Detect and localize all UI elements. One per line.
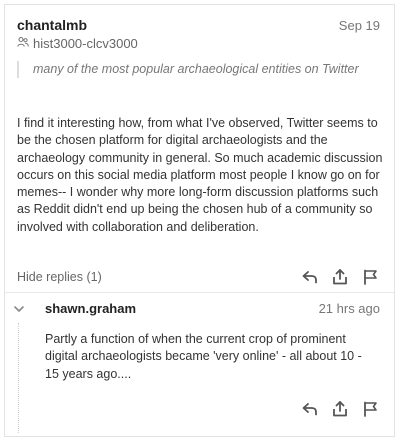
reply-thread-line [18, 323, 19, 433]
post-actions [291, 267, 381, 287]
group-name: hist3000-clcv3000 [33, 36, 138, 51]
post-date[interactable]: Sep 19 [339, 18, 380, 33]
flag-icon[interactable] [359, 399, 381, 419]
post-body: I find it interesting how, from what I'v… [17, 116, 383, 234]
reply-body: Partly a function of when the current cr… [45, 332, 362, 381]
reply-author[interactable]: shawn.graham [45, 301, 136, 316]
reply-date[interactable]: 21 hrs ago [319, 301, 380, 316]
group-icon [17, 36, 33, 51]
annotation-card: chantalmb Sep 19 hist3000-clcv3000 many … [4, 4, 395, 437]
flag-icon[interactable] [359, 267, 381, 287]
divider [5, 292, 394, 293]
quoted-selection: many of the most popular archaeological … [17, 61, 363, 78]
reply-actions [291, 399, 381, 419]
share-icon[interactable] [329, 399, 351, 419]
chevron-down-icon[interactable] [13, 301, 25, 319]
group-line[interactable]: hist3000-clcv3000 [17, 36, 138, 51]
reply-icon[interactable] [299, 267, 321, 287]
post-author[interactable]: chantalmb [17, 17, 87, 33]
hide-replies-link[interactable]: Hide replies (1) [17, 270, 102, 284]
share-icon[interactable] [329, 267, 351, 287]
reply-icon[interactable] [299, 399, 321, 419]
